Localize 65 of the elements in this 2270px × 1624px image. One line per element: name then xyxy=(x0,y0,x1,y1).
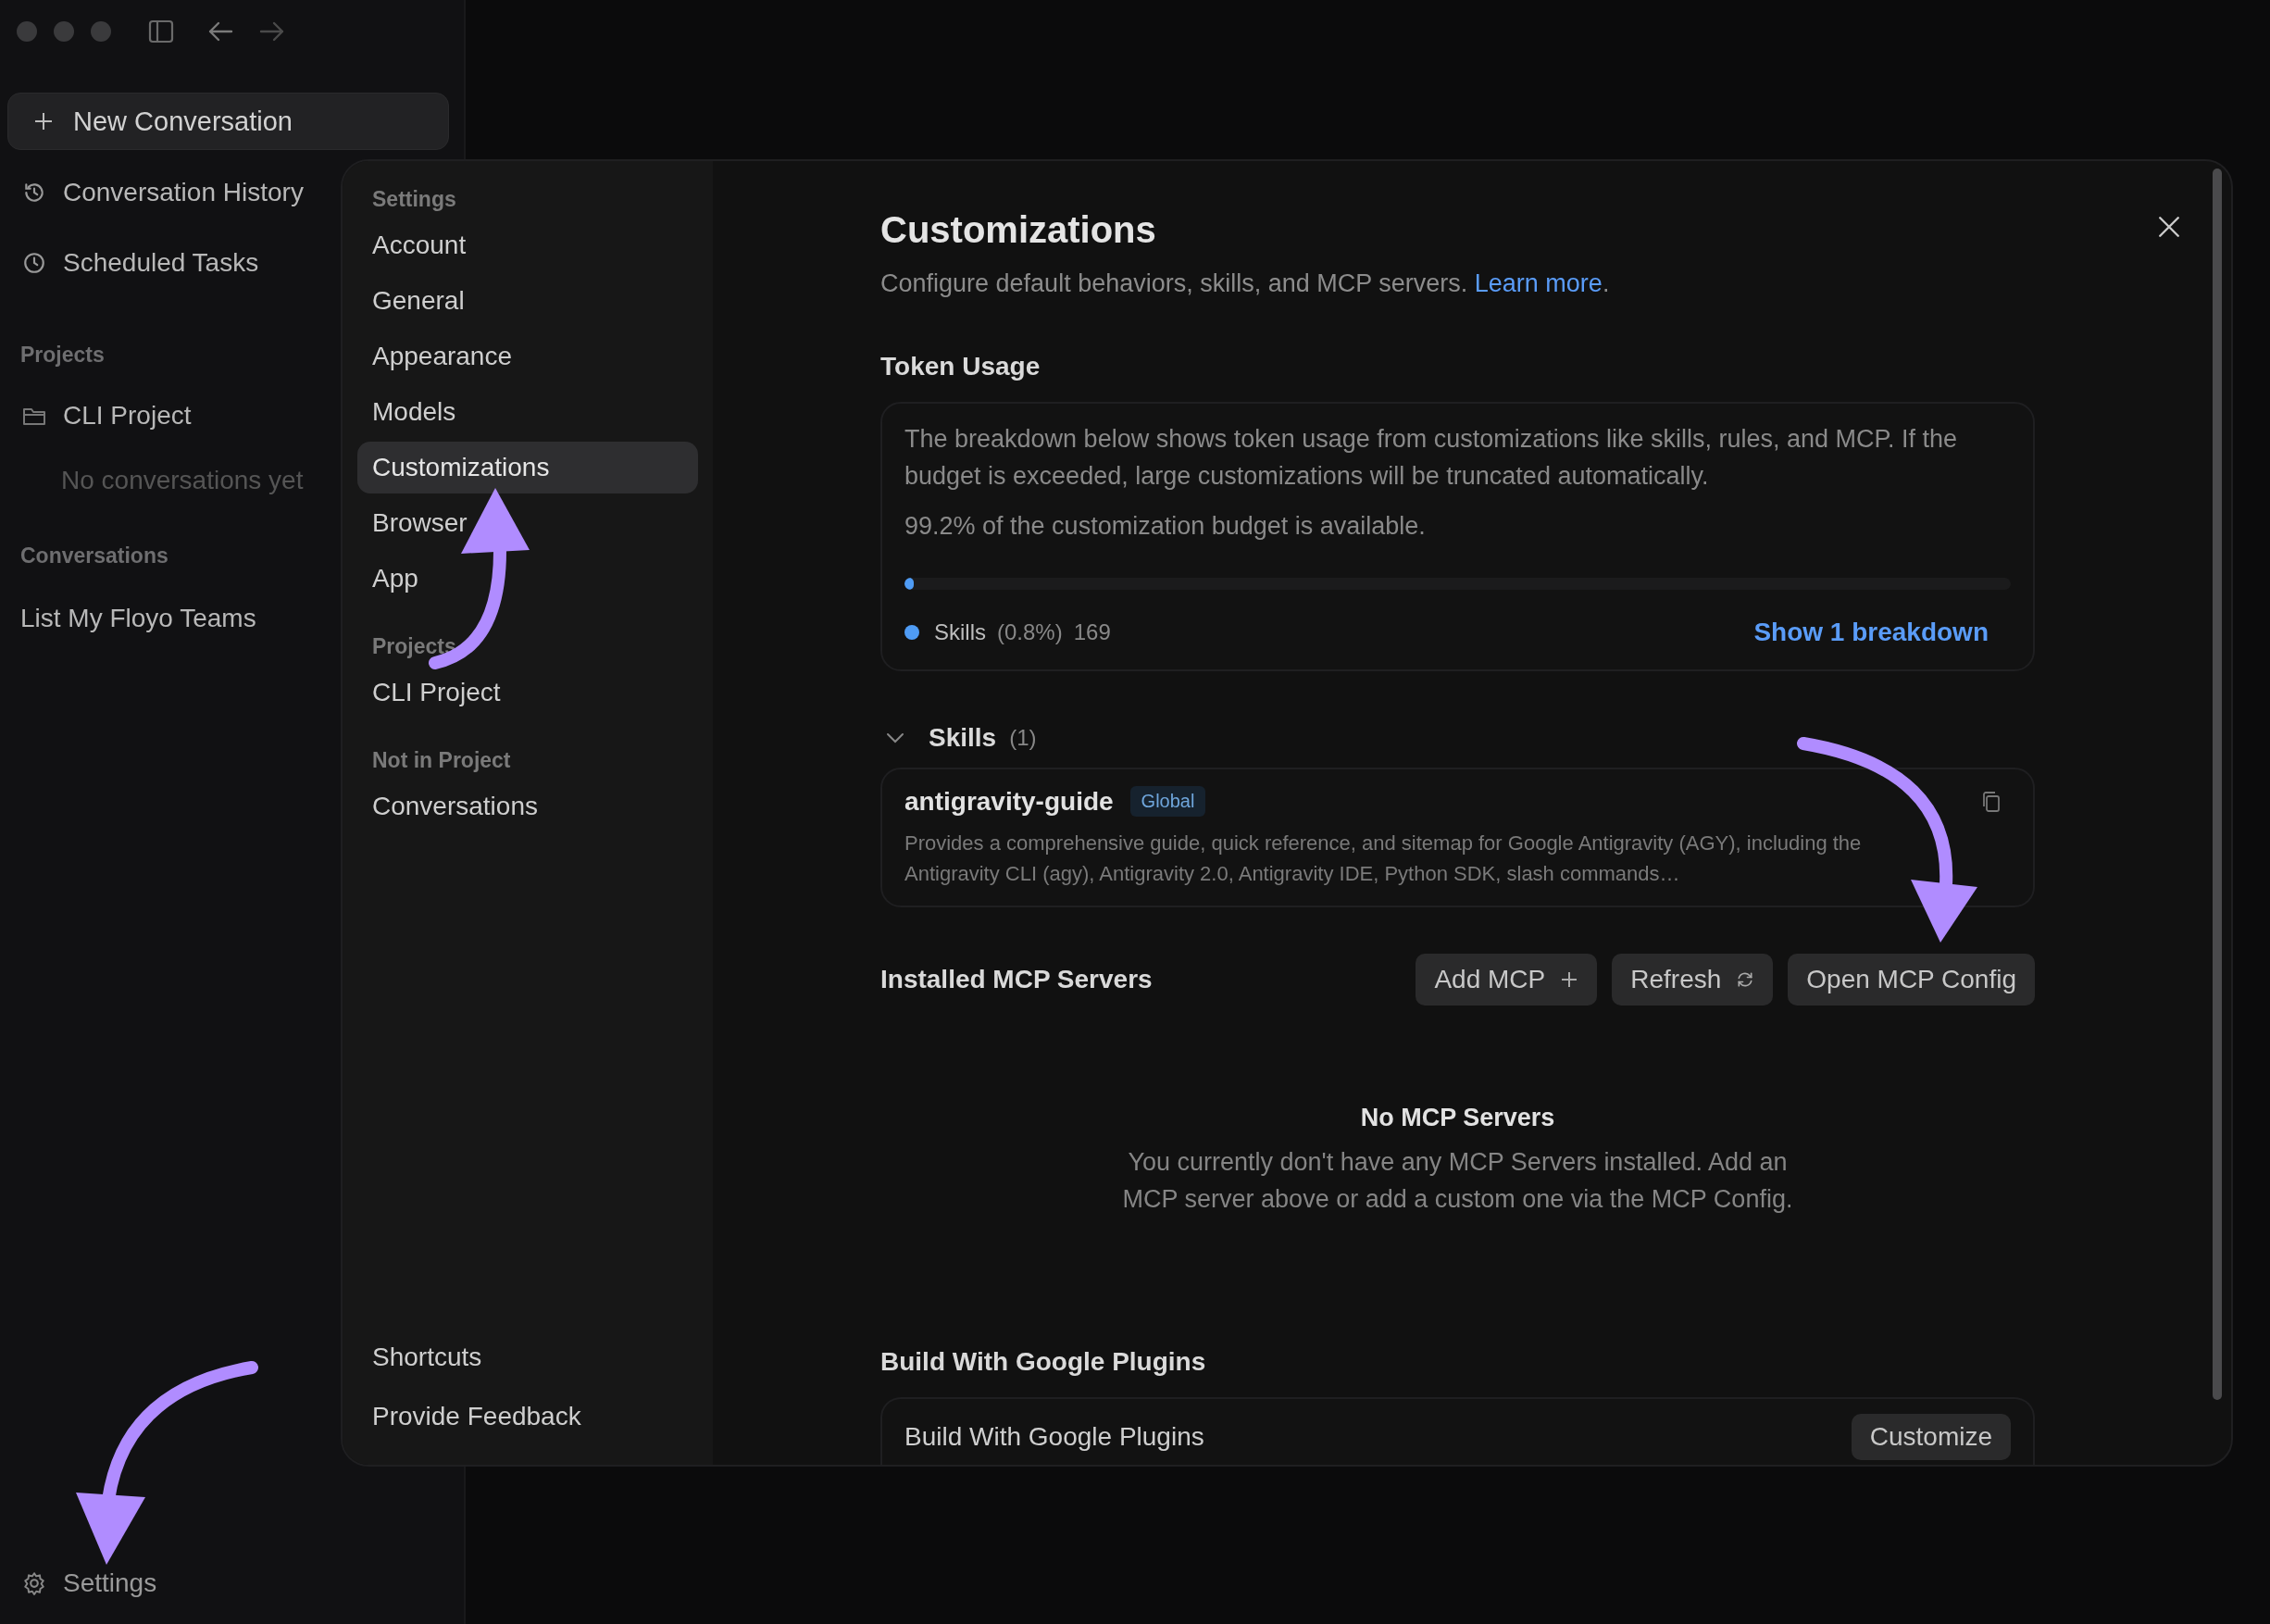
sidebar-toggle-icon[interactable] xyxy=(148,19,174,44)
history-icon xyxy=(22,181,46,205)
show-breakdown-link[interactable]: Show 1 breakdown xyxy=(1753,618,1989,647)
window-zoom-dot[interactable] xyxy=(91,21,111,42)
sidebar-item-label: Scheduled Tasks xyxy=(63,248,259,278)
settings-item[interactable]: Settings xyxy=(7,1563,456,1604)
project-name: CLI Project xyxy=(63,401,192,431)
sidebar-item-label: Conversation History xyxy=(63,178,304,207)
nav-item[interactable]: App xyxy=(357,553,698,605)
customize-button[interactable]: Customize xyxy=(1851,1414,2011,1460)
nav-item[interactable]: General xyxy=(357,275,698,327)
back-arrow-icon[interactable] xyxy=(207,19,233,44)
section-heading: Skills xyxy=(929,723,997,753)
nav-item[interactable]: Conversations xyxy=(357,781,698,832)
section-label: Projects xyxy=(19,343,105,368)
legend-share: (0.8%) xyxy=(997,619,1063,645)
token-explanation: The breakdown below shows token usage from customizations like skills, rules, and MCP. If the budget is exceeded, large customizations will be truncated automatically. xyxy=(904,424,1959,492)
budget-availability: 99.2% of the customization budget is available. xyxy=(904,511,1427,542)
refresh-icon xyxy=(1736,970,1755,989)
toolbar-button[interactable]: Add MCP xyxy=(1416,954,1598,1006)
forward-arrow-icon[interactable] xyxy=(259,19,285,44)
toolbar-button[interactable]: Open MCP Config xyxy=(1788,954,2035,1006)
section-heading: Build With Google Plugins xyxy=(880,1347,1207,1377)
empty-state-title: No MCP Servers xyxy=(1359,1104,1556,1132)
new-conversation-button[interactable]: New Conversation xyxy=(7,93,449,150)
section-label: Conversations xyxy=(19,543,168,568)
scope-badge: Global xyxy=(1129,786,1206,817)
skill-description: Provides a comprehensive guide, quick reference, and sitemap for Google Antigravity (AGY), including the Antigravity CLI (agy), Antigravity 2.0, Antigravity IDE, Python SDK, slash commands… xyxy=(904,831,1863,887)
conversation-item[interactable]: List My Floyo Teams xyxy=(7,604,256,633)
nav-item[interactable]: Account xyxy=(357,219,698,271)
nav-item[interactable]: Customizations xyxy=(357,442,698,493)
settings-icon xyxy=(22,1571,46,1595)
chevron-icon[interactable] xyxy=(886,732,904,743)
legend-label: Skills xyxy=(934,619,986,645)
legend-count: 169 xyxy=(1073,619,1111,645)
page-title: Customizations xyxy=(880,209,1157,251)
skill-name: antigravity-guide xyxy=(904,786,1114,817)
nav-item[interactable]: CLI Project xyxy=(357,667,698,718)
plus-icon xyxy=(1560,970,1579,989)
close-icon[interactable] xyxy=(2157,215,2181,239)
clock-icon xyxy=(22,251,46,275)
skill-card[interactable] xyxy=(880,768,2035,907)
nav-item[interactable]: Provide Feedback xyxy=(357,1389,698,1444)
page-description: Configure default behaviors, skills, and MCP servers. Learn more. xyxy=(880,269,1611,298)
section-heading: Installed MCP Servers xyxy=(880,965,1153,994)
scrollbar[interactable] xyxy=(2213,169,2222,1400)
empty-state-text: You currently don't have any MCP Servers installed. Add an MCP server above or add a custom one via the MCP Config. xyxy=(1121,1147,1794,1215)
settings-label: Settings xyxy=(63,1568,157,1598)
nav-item[interactable]: Browser xyxy=(357,497,698,549)
empty-note: No conversations yet xyxy=(60,466,304,495)
nav-item[interactable]: Shortcuts xyxy=(357,1330,698,1385)
plus-icon xyxy=(34,112,53,131)
nav-heading: Projects xyxy=(371,634,457,659)
toolbar-button[interactable]: Refresh xyxy=(1612,954,1774,1006)
nav-heading: Not in Project xyxy=(371,748,512,773)
copy-icon[interactable] xyxy=(1981,790,2002,813)
nav-item[interactable]: Models xyxy=(357,386,698,438)
window-close-dot[interactable] xyxy=(17,21,37,42)
nav-heading: Settings xyxy=(371,187,457,212)
plugin-title: Build With Google Plugins xyxy=(904,1422,1204,1452)
learn-more-link[interactable]: Learn more xyxy=(1474,269,1603,297)
nav-item[interactable]: Appearance xyxy=(357,331,698,382)
skill-count: (1) xyxy=(1009,725,1037,751)
section-heading: Token Usage xyxy=(880,352,1041,381)
window-minimize-dot[interactable] xyxy=(54,21,74,42)
